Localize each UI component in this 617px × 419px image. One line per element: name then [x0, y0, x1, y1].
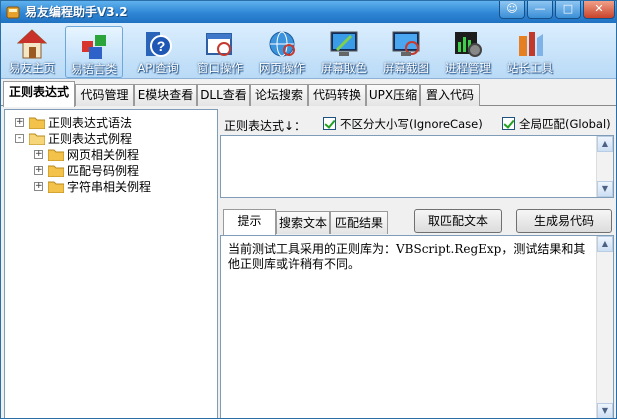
example-tree[interactable]: + 正则表达式语法 - 正则表达式例程 + 网页相关例程 + 匹配号码例程 + …: [4, 109, 218, 418]
tree-node[interactable]: + 字符串相关例程: [34, 179, 214, 195]
color-picker-icon: [330, 31, 358, 56]
tab-code-management[interactable]: 代码管理: [75, 84, 134, 106]
scroll-down-icon[interactable]: ▼: [597, 403, 613, 418]
collapse-icon[interactable]: -: [15, 134, 24, 143]
tab-e-module[interactable]: E模块查看: [134, 84, 197, 106]
tab-search-text[interactable]: 搜索文本: [276, 211, 330, 234]
help-icon: ☺: [506, 2, 518, 15]
expand-icon[interactable]: +: [15, 118, 24, 127]
scroll-up-icon[interactable]: ▲: [597, 236, 613, 252]
tree-node[interactable]: + 正则表达式语法: [15, 115, 205, 131]
toolbar-label: 屏幕截图: [383, 61, 429, 75]
tree-node[interactable]: - 正则表达式例程: [15, 131, 205, 147]
checkbox-checked-icon[interactable]: [502, 117, 515, 130]
toolbar-home[interactable]: 易友主页: [3, 26, 61, 78]
main-window: 易友编程助手V3.2 ☺ — □ ✕ 易友主页 易语言类 ? API查询 窗口操…: [0, 0, 617, 419]
toolbar-process[interactable]: 进程管理: [439, 26, 497, 78]
toolbar-label: 窗口操作: [197, 61, 243, 75]
window-icon: [206, 33, 232, 56]
regex-input[interactable]: ▲ ▼: [220, 135, 614, 198]
window-title: 易友编程助手V3.2: [25, 5, 128, 19]
output-scrollbar[interactable]: ▲ ▼: [596, 236, 613, 418]
toolbar-color-picker[interactable]: 屏幕取色: [315, 26, 373, 78]
screenshot-icon: [392, 31, 420, 56]
home-icon: [17, 29, 47, 59]
tree-node[interactable]: + 匹配号码例程: [34, 163, 214, 179]
toolbar-label: 进程管理: [445, 61, 491, 75]
tab-code-convert[interactable]: 代码转换: [308, 84, 366, 106]
tree-node[interactable]: + 网页相关例程: [34, 147, 214, 163]
toolbar-label: 易友主页: [9, 61, 55, 75]
toolbar-window[interactable]: 窗口操作: [191, 26, 249, 78]
close-button[interactable]: ✕: [583, 1, 615, 19]
generate-code-button[interactable]: 生成易代码: [516, 209, 612, 233]
process-gear-icon: [455, 32, 482, 57]
maximize-icon: □: [562, 2, 574, 15]
tab-regex[interactable]: 正则表达式: [3, 81, 75, 107]
folder-icon: [29, 117, 45, 129]
title-bar[interactable]: 易友编程助手V3.2 ☺ — □ ✕: [1, 1, 616, 23]
toolbar: 易友主页 易语言类 ? API查询 窗口操作 网页操作 屏幕取色 屏幕截图 进程…: [1, 23, 616, 79]
tools-icon: [519, 32, 543, 56]
toolbar-label: API查询: [137, 61, 179, 75]
get-match-button[interactable]: 取匹配文本: [414, 209, 502, 233]
tab-upx-compress[interactable]: UPX压缩: [366, 84, 420, 106]
globe-icon: [269, 31, 295, 57]
folder-open-icon: [29, 133, 45, 145]
minimize-button[interactable]: —: [527, 1, 553, 19]
tab-dll-view[interactable]: DLL查看: [197, 84, 250, 106]
help-book-icon: ?: [146, 32, 172, 57]
minimize-icon: —: [534, 2, 546, 15]
toolbar-api[interactable]: ? API查询: [129, 26, 187, 78]
scroll-up-icon[interactable]: ▲: [597, 136, 613, 152]
expand-icon[interactable]: +: [34, 166, 43, 175]
folder-icon: [48, 181, 64, 193]
toolbar-label: 易语言类: [71, 62, 117, 76]
help-button[interactable]: ☺: [499, 1, 525, 19]
app-logo-icon: [6, 6, 20, 19]
tab-match-results[interactable]: 匹配结果: [330, 211, 388, 234]
folder-icon: [48, 149, 64, 161]
global-match-checkbox[interactable]: 全局匹配(Global): [502, 115, 614, 131]
blocks-icon: [82, 35, 106, 59]
main-tabs: 正则表达式 代码管理 E模块查看 DLL查看 论坛搜索 代码转换 UPX压缩 置…: [1, 81, 616, 107]
checkbox-checked-icon[interactable]: [323, 117, 336, 130]
close-icon: ✕: [594, 2, 604, 15]
toolbar-label: 网页操作: [259, 61, 305, 75]
regex-scrollbar[interactable]: ▲ ▼: [596, 136, 613, 197]
tab-insert-code[interactable]: 置入代码: [420, 84, 480, 106]
folder-icon: [48, 165, 64, 177]
expand-icon[interactable]: +: [34, 150, 43, 159]
toolbar-label: 站长工具: [507, 61, 553, 75]
toolbar-webmaster[interactable]: 站长工具: [501, 26, 559, 78]
tab-hint[interactable]: 提示: [223, 209, 276, 235]
scroll-down-icon[interactable]: ▼: [597, 181, 613, 197]
maximize-button[interactable]: □: [555, 1, 581, 19]
svg-text:?: ?: [157, 38, 166, 54]
tab-forum-search[interactable]: 论坛搜索: [250, 84, 308, 106]
regex-panel: 正则表达式↓： 不区分大小写(IgnoreCase) 全局匹配(Global) …: [220, 109, 616, 418]
expand-icon[interactable]: +: [34, 182, 43, 191]
toolbar-label: 屏幕取色: [321, 61, 367, 75]
hint-text: 当前测试工具采用的正则库为：VBScript.RegExp，测试结果和其他正则库…: [228, 242, 586, 271]
ignore-case-checkbox[interactable]: 不区分大小写(IgnoreCase): [323, 115, 493, 131]
toolbar-web[interactable]: 网页操作: [253, 26, 311, 78]
toolbar-screenshot[interactable]: 屏幕截图: [377, 26, 435, 78]
regex-label: 正则表达式↓：: [224, 119, 307, 133]
hint-output[interactable]: 当前测试工具采用的正则库为：VBScript.RegExp，测试结果和其他正则库…: [220, 235, 614, 418]
toolbar-elang[interactable]: 易语言类: [65, 26, 123, 78]
